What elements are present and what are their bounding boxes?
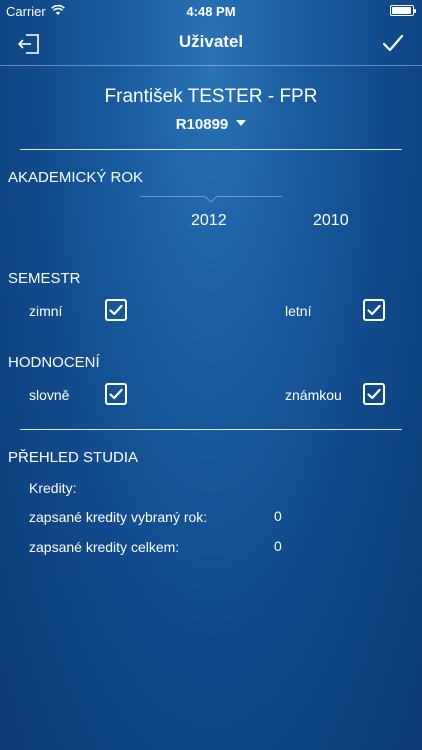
- summer-label: letní: [285, 303, 312, 319]
- status-time: 4:48 PM: [186, 4, 236, 19]
- credits-year-value: 0: [274, 508, 282, 524]
- check-icon: [109, 304, 123, 316]
- winter-label: zimní: [29, 303, 63, 319]
- year-option[interactable]: 2010: [313, 212, 349, 230]
- divider: [20, 149, 402, 150]
- status-bar: Carrier 4:48 PM: [0, 0, 422, 22]
- picker-indicator: [140, 196, 282, 203]
- winter-checkbox[interactable]: [105, 299, 127, 321]
- divider: [20, 429, 402, 430]
- check-icon: [109, 388, 123, 400]
- nav-bar: Uživatel: [0, 22, 422, 66]
- credits-total-label: zapsané kredity celkem:: [29, 539, 180, 555]
- battery-icon: [390, 5, 416, 16]
- verbal-checkbox[interactable]: [105, 383, 127, 405]
- grade-label: známkou: [285, 387, 342, 403]
- user-id-selector[interactable]: R10899: [0, 116, 422, 133]
- semester-title: SEMESTR: [8, 270, 81, 287]
- grade-checkbox[interactable]: [363, 383, 385, 405]
- page-title: Uživatel: [178, 32, 244, 51]
- overview-title: PŘEHLED STUDIA: [8, 449, 139, 466]
- verbal-label: slovně: [29, 387, 70, 403]
- caret-down-icon: [236, 120, 247, 127]
- year-picker[interactable]: 2012 2010: [0, 196, 422, 244]
- confirm-button[interactable]: [382, 32, 404, 54]
- user-name: František TESTER - FPR: [104, 86, 318, 107]
- summer-checkbox[interactable]: [363, 299, 385, 321]
- checkmark-icon: [382, 34, 404, 52]
- credits-total-value: 0: [274, 538, 282, 554]
- credits-label: Kredity:: [29, 480, 77, 496]
- evaluation-title: HODNOCENÍ: [8, 354, 100, 371]
- user-id-label: R10899: [175, 116, 229, 133]
- credits-year-label: zapsané kredity vybraný rok:: [29, 509, 208, 525]
- year-option-selected[interactable]: 2012: [191, 212, 227, 230]
- academic-year-title: AKADEMICKÝ ROK: [8, 169, 144, 186]
- check-icon: [367, 304, 381, 316]
- check-icon: [367, 388, 381, 400]
